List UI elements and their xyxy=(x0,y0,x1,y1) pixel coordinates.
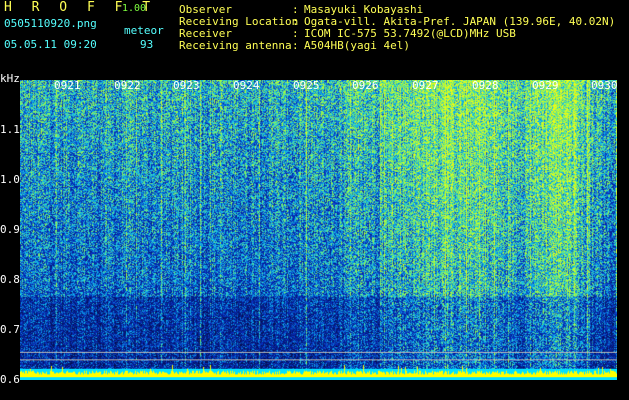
observation-mode: meteor xyxy=(124,24,164,37)
image-filename: 0505110920.png xyxy=(4,17,97,30)
x-tick: 0923 xyxy=(173,79,200,92)
antenna-value: A504HB(yagi 4el) xyxy=(304,39,410,52)
x-tick: 0922 xyxy=(114,79,141,92)
y-tick: 1.1 xyxy=(0,123,20,136)
x-tick: 0921 xyxy=(54,79,81,92)
x-tick: 0924 xyxy=(233,79,260,92)
antenna-colon: : xyxy=(292,39,299,52)
x-tick: 0927 xyxy=(412,79,439,92)
meteor-count: 93 xyxy=(140,38,154,51)
x-tick: 0930 xyxy=(591,79,618,92)
spectrogram-canvas xyxy=(20,80,617,380)
app-version: 1.00 xyxy=(122,3,147,14)
y-tick: 1.0 xyxy=(0,173,20,186)
x-tick: 0925 xyxy=(293,79,320,92)
x-tick: 0926 xyxy=(352,79,379,92)
antenna-label: Receiving antenna xyxy=(179,39,292,52)
observation-timestamp: 05.05.11 09:20 xyxy=(4,38,97,51)
y-tick: 0.6 xyxy=(0,373,20,386)
y-tick: 0.7 xyxy=(0,323,20,336)
y-tick: 0.9 xyxy=(0,223,20,236)
y-axis-unit: kHz xyxy=(0,72,20,85)
x-tick: 0928 xyxy=(472,79,499,92)
x-tick: 0929 xyxy=(532,79,559,92)
y-tick: 0.8 xyxy=(0,273,20,286)
